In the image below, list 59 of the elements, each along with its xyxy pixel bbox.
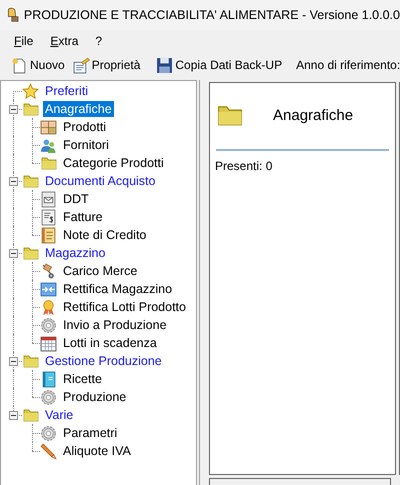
tree-item[interactable]: Aliquote IVA <box>61 443 133 459</box>
folder-icon <box>40 155 58 171</box>
tree-item[interactable]: Magazzino <box>43 245 108 261</box>
toolbar-button[interactable]: Copia Dati Back-UP <box>154 54 284 76</box>
star-icon <box>22 82 39 100</box>
folder-icon <box>22 245 40 261</box>
detail-title: Anagrafiche <box>273 106 354 124</box>
expand-toggle[interactable] <box>9 411 18 420</box>
expand-toggle[interactable] <box>9 105 18 114</box>
tree-item[interactable]: Fatture <box>61 209 105 225</box>
pencil-icon <box>40 442 57 460</box>
year-label: Anno di riferimento: <box>296 58 400 72</box>
gear-icon <box>40 424 57 442</box>
menu-item[interactable]: Extra <box>50 34 78 48</box>
tree-item[interactable]: Preferiti <box>43 83 90 99</box>
grid-icon <box>40 118 57 136</box>
tree-item[interactable]: Produzione <box>61 389 128 405</box>
tree-item[interactable]: Fornitori <box>61 137 111 153</box>
tree-item[interactable]: Anagrafiche <box>43 101 114 117</box>
dollar-document-icon <box>40 208 57 226</box>
folder-icon <box>22 173 40 189</box>
tree-item[interactable]: Gestione Produzione <box>43 353 164 369</box>
toolbar-button[interactable]: Nuovo <box>9 54 67 76</box>
expand-toggle[interactable] <box>9 357 18 366</box>
tree-item[interactable]: Rettifica Lotti Prodotto <box>61 299 188 315</box>
folder-icon <box>22 407 40 423</box>
new-document-icon <box>11 56 28 74</box>
book-icon <box>40 370 57 388</box>
tree-item[interactable]: Parametri <box>61 425 120 441</box>
tree-item[interactable]: Ricette <box>61 371 104 387</box>
hand-truck-icon <box>40 262 57 280</box>
expand-toggle[interactable] <box>9 177 18 186</box>
menu-item[interactable]: ? <box>95 34 102 48</box>
tree-item[interactable]: Rettifica Magazzino <box>61 281 174 297</box>
people-icon <box>40 136 57 154</box>
tree-item[interactable]: Varie <box>43 407 76 423</box>
window-title: PRODUZIONE E TRACCIABILITA' ALIMENTARE - Versione 1.0.0.0 <box>24 8 400 22</box>
properties-icon <box>72 56 90 74</box>
gear-icon <box>40 388 57 406</box>
gear-icon <box>40 316 57 334</box>
app-icon <box>6 6 19 24</box>
tree-item[interactable]: Carico Merce <box>61 263 140 279</box>
expand-toggle[interactable] <box>9 249 18 258</box>
folder-icon <box>22 353 40 369</box>
toolbar-button[interactable]: Proprietà <box>70 54 142 76</box>
count-text: Presenti: 0 <box>215 159 274 173</box>
calendar-icon <box>40 334 57 352</box>
tree-item[interactable]: Categorie Prodotti <box>61 155 166 171</box>
tree-item[interactable]: DDT <box>61 191 91 207</box>
note-icon <box>40 226 57 244</box>
tree-item[interactable]: Invio a Produzione <box>61 317 169 333</box>
envelope-document-icon <box>40 190 57 208</box>
tree-item[interactable]: Note di Credito <box>61 227 148 243</box>
folder-icon <box>22 101 40 117</box>
menu-item[interactable]: File <box>14 34 34 48</box>
tree-item[interactable]: Lotti in scadenza <box>61 335 159 351</box>
tree-item[interactable]: Prodotti <box>61 119 108 135</box>
tree-item[interactable]: Documenti Acquisto <box>43 173 158 189</box>
arrows-icon <box>40 280 57 298</box>
